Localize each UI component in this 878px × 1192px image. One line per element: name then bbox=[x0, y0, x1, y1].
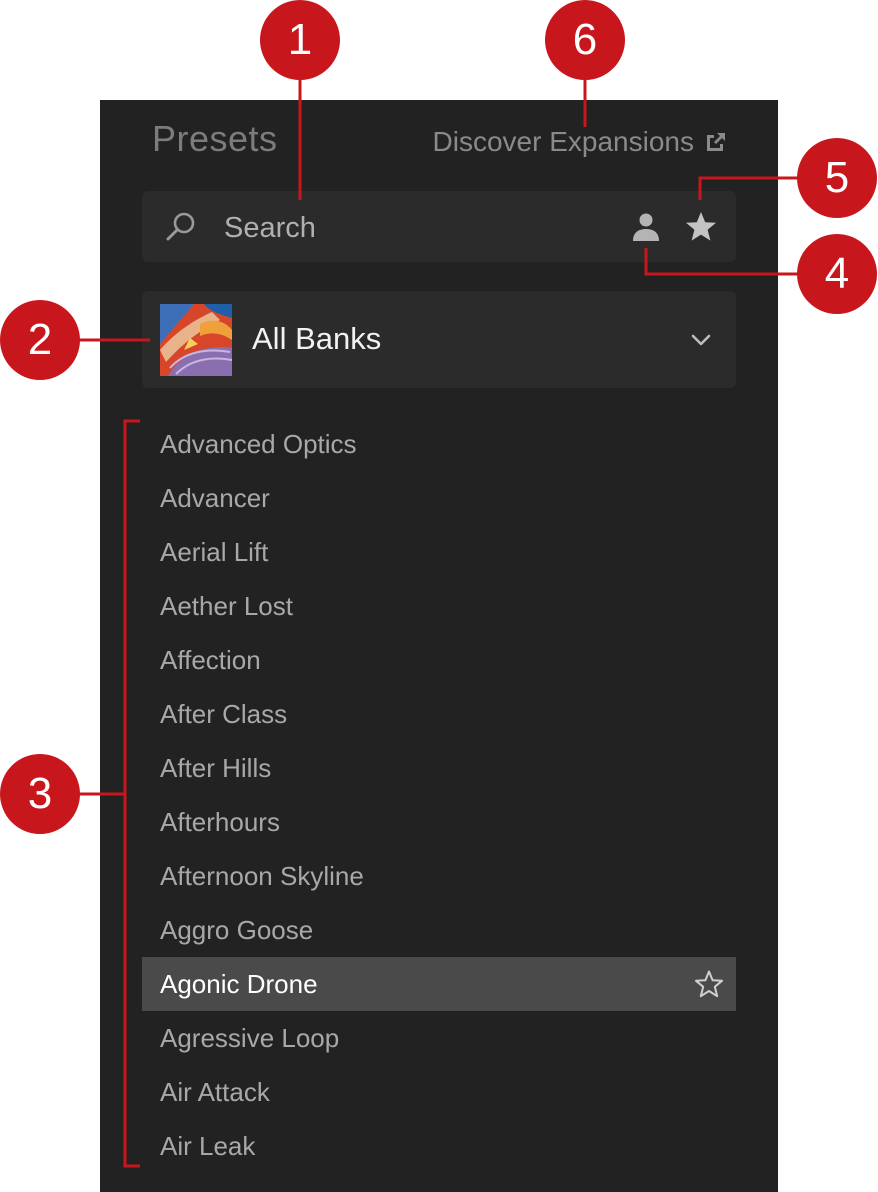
list-item-selected[interactable]: Agonic Drone bbox=[142, 957, 736, 1011]
list-item[interactable]: After Class bbox=[142, 687, 736, 741]
list-item[interactable]: Aggro Goose bbox=[142, 903, 736, 957]
star-icon[interactable] bbox=[684, 210, 718, 244]
list-item[interactable]: Afternoon Skyline bbox=[142, 849, 736, 903]
bank-artwork bbox=[160, 304, 232, 376]
list-item[interactable]: After Hills bbox=[142, 741, 736, 795]
preset-name: Afterhours bbox=[160, 807, 280, 837]
callout-2: 2 bbox=[0, 300, 80, 380]
preset-name: Affection bbox=[160, 645, 261, 675]
user-icon[interactable] bbox=[630, 211, 662, 243]
bank-selector-label: All Banks bbox=[252, 321, 382, 356]
preset-name: Advanced Optics bbox=[160, 429, 357, 459]
callout-1: 1 bbox=[260, 0, 340, 80]
callout-6: 6 bbox=[545, 0, 625, 80]
preset-name: Air Attack bbox=[160, 1077, 270, 1107]
preset-name: Agressive Loop bbox=[160, 1023, 340, 1053]
list-item[interactable]: Agressive Loop bbox=[142, 1011, 736, 1065]
list-item[interactable]: Advanced Optics bbox=[142, 417, 736, 471]
callout-5: 5 bbox=[797, 138, 877, 218]
list-item[interactable]: Air Leak bbox=[142, 1119, 736, 1173]
preset-name: Agonic Drone bbox=[160, 969, 318, 999]
search-icon bbox=[166, 212, 195, 241]
preset-name: Aether Lost bbox=[160, 591, 293, 621]
list-item[interactable]: Affection bbox=[142, 633, 736, 687]
preset-name: After Class bbox=[160, 699, 288, 729]
star-outline-icon[interactable] bbox=[694, 969, 724, 999]
list-item[interactable]: Aether Lost bbox=[142, 579, 736, 633]
discover-expansions-label: Discover Expansions bbox=[432, 126, 694, 157]
panel-title: Presets bbox=[152, 118, 278, 159]
callout-3: 3 bbox=[0, 754, 80, 834]
list-item[interactable]: Advancer bbox=[142, 471, 736, 525]
callout-4: 4 bbox=[797, 234, 877, 314]
preset-name: Aggro Goose bbox=[160, 915, 314, 945]
discover-expansions-link[interactable]: Discover Expansions bbox=[433, 126, 728, 158]
preset-list: Advanced Optics Advancer Aerial Lift Aet… bbox=[142, 417, 736, 1173]
presets-panel: Presets Discover Expansions Search All B… bbox=[100, 100, 778, 1192]
search-input[interactable] bbox=[222, 207, 606, 249]
preset-name: Aerial Lift bbox=[160, 537, 269, 567]
list-item[interactable]: Aerial Lift bbox=[142, 525, 736, 579]
preset-name: Air Leak bbox=[160, 1131, 256, 1161]
external-link-icon bbox=[707, 133, 725, 151]
preset-name: Advancer bbox=[160, 483, 270, 513]
chevron-down-icon bbox=[691, 334, 711, 346]
preset-name: Afternoon Skyline bbox=[160, 861, 364, 891]
bank-selector[interactable]: All Banks bbox=[142, 291, 736, 388]
list-item[interactable]: Afterhours bbox=[142, 795, 736, 849]
list-item[interactable]: Air Attack bbox=[142, 1065, 736, 1119]
preset-name: After Hills bbox=[160, 753, 272, 783]
search-bar bbox=[142, 191, 736, 262]
